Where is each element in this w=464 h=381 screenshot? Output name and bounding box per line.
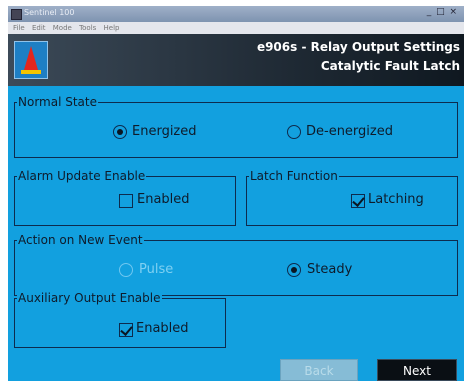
energized-radio[interactable] — [113, 125, 127, 139]
menu-mode[interactable]: Mode — [53, 24, 72, 32]
app-window: Sentinel 100 _ □ × File Edit Mode Tools … — [8, 6, 464, 381]
latch-function-legend: Latch Function — [249, 169, 339, 183]
app-icon — [11, 9, 22, 20]
window-controls[interactable]: _ □ × — [427, 7, 458, 17]
steady-radio[interactable] — [287, 263, 301, 277]
action-new-event-legend: Action on New Event — [17, 233, 144, 247]
product-logo-icon — [14, 41, 48, 79]
menu-edit[interactable]: Edit — [32, 24, 46, 32]
aux-output-label[interactable]: Enabled — [136, 321, 189, 336]
logo-base-shape — [21, 70, 41, 74]
normal-state-group: Normal State Energized De-energized — [14, 95, 458, 158]
window-title: Sentinel 100 — [24, 8, 75, 17]
steady-label[interactable]: Steady — [307, 262, 352, 277]
latch-function-checkbox[interactable] — [351, 194, 365, 208]
title-bar: Sentinel 100 _ □ × — [8, 6, 464, 22]
aux-output-checkbox[interactable] — [119, 323, 133, 337]
menu-file[interactable]: File — [13, 24, 25, 32]
energized-label[interactable]: Energized — [132, 124, 197, 139]
deenergized-label[interactable]: De-energized — [306, 124, 393, 139]
alarm-update-legend: Alarm Update Enable — [17, 169, 147, 183]
page-subtitle: Catalytic Fault Latch — [320, 59, 460, 73]
back-button[interactable]: Back — [280, 359, 358, 381]
deenergized-radio[interactable] — [287, 125, 301, 139]
next-button[interactable]: Next — [377, 359, 457, 381]
page-title: e906s - Relay Output Settings — [256, 40, 460, 54]
aux-output-legend: Auxiliary Output Enable — [17, 291, 162, 305]
pulse-label: Pulse — [139, 262, 174, 277]
alarm-update-label[interactable]: Enabled — [137, 192, 190, 207]
menu-help[interactable]: Help — [104, 24, 120, 32]
latch-function-group: Latch Function Latching — [246, 169, 458, 226]
page-header: e906s - Relay Output Settings Catalytic … — [8, 34, 464, 86]
menu-tools[interactable]: Tools — [79, 24, 96, 32]
logo-cone-shape — [24, 46, 38, 70]
normal-state-legend: Normal State — [17, 95, 98, 109]
latch-function-label[interactable]: Latching — [368, 192, 424, 207]
alarm-update-group: Alarm Update Enable Enabled — [14, 169, 236, 226]
alarm-update-checkbox[interactable] — [119, 194, 133, 208]
action-new-event-group: Action on New Event Pulse Steady — [14, 233, 458, 296]
aux-output-group: Auxiliary Output Enable Enabled — [14, 291, 226, 348]
menu-bar: File Edit Mode Tools Help — [8, 22, 464, 34]
pulse-radio — [119, 263, 133, 277]
